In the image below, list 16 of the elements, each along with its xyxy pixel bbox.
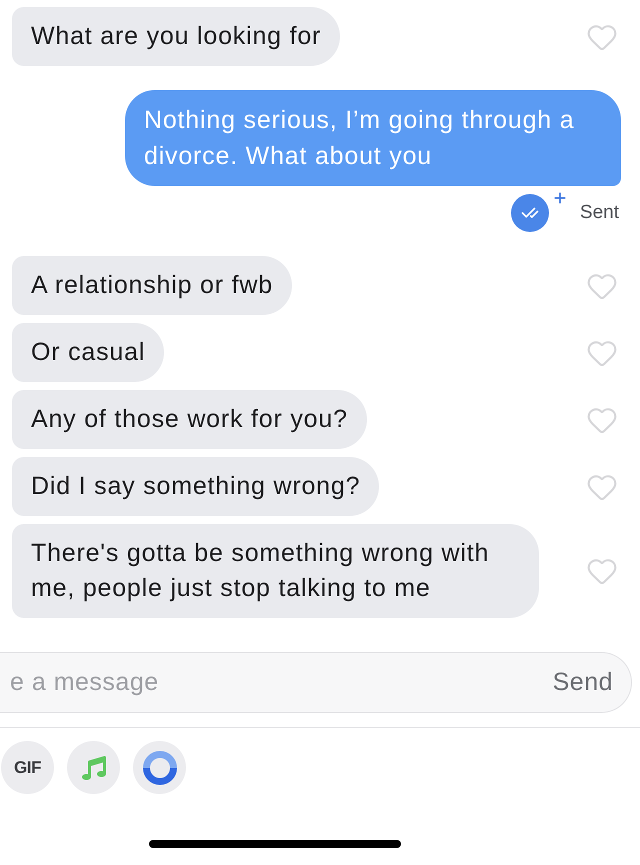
received-message-bubble: Any of those work for you? <box>12 390 367 449</box>
music-note-icon <box>82 756 106 780</box>
message-input-field[interactable]: e a message Send <box>0 652 632 713</box>
received-message-bubble: What are you looking for <box>12 7 340 66</box>
ring-icon <box>142 750 176 784</box>
gif-button[interactable]: GIF <box>1 741 54 794</box>
plus-icon[interactable] <box>552 190 568 206</box>
received-message-bubble: Or casual <box>12 323 164 382</box>
received-message-bubble: There's gotta be something wrong with me, people just stop talking to me <box>12 524 539 618</box>
send-button[interactable]: Send <box>552 664 613 702</box>
sent-message-bubble: Nothing serious, I’m going through a divorce. What about you <box>125 90 621 186</box>
received-message-bubble: A relationship or fwb <box>12 256 292 315</box>
received-message-bubble: Did I say something wrong? <box>12 457 380 516</box>
read-receipt-icon <box>510 194 549 232</box>
input-placeholder: e a message <box>10 666 159 698</box>
message-status: Sent <box>580 200 619 225</box>
